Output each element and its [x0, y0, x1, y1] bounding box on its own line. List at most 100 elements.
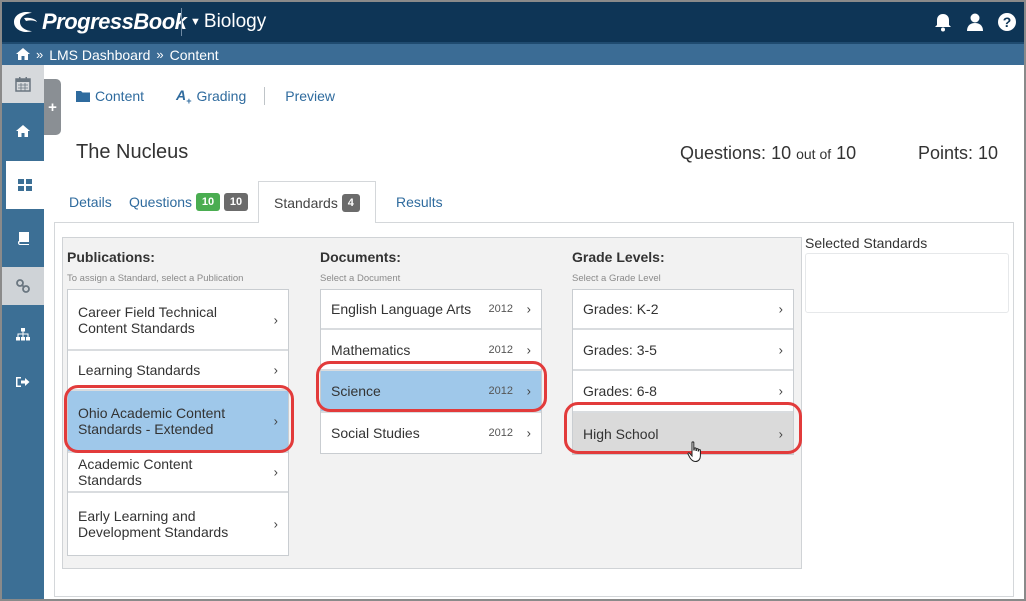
nav-dashboard[interactable] — [2, 161, 44, 209]
breadcrumb-content[interactable]: Content — [170, 47, 219, 63]
questions-badge-gray: 10 — [224, 193, 249, 211]
list-item-grade[interactable]: Grades: 3-5 › — [573, 330, 793, 371]
nav-book[interactable] — [2, 219, 44, 257]
folder-icon — [76, 91, 90, 103]
left-nav — [2, 65, 44, 599]
chevron-right-icon: › — [526, 425, 531, 441]
out-of-text: out of — [796, 146, 832, 162]
document-year: 2012 — [488, 343, 513, 356]
standards-content: Publications: To assign a Standard, sele… — [54, 223, 1014, 597]
publication-label: Academic Content Standards — [78, 456, 193, 488]
chevron-right-icon: › — [273, 516, 278, 532]
chevron-right-icon: › — [526, 301, 531, 317]
questions-total: 10 — [836, 143, 857, 163]
nav-link[interactable] — [2, 267, 44, 305]
selected-standards-box — [805, 253, 1009, 313]
chevron-right-icon: › — [526, 342, 531, 357]
subnav-content-link[interactable]: Content — [76, 88, 144, 104]
grade-levels-list: Grades: K-2 › Grades: 3-5 › Grades: 6-8 … — [572, 289, 794, 455]
help-icon[interactable]: ? — [996, 11, 1018, 33]
chevron-right-icon: › — [273, 413, 278, 429]
document-year: 2012 — [488, 385, 513, 397]
list-item-publication[interactable]: Academic Content Standards › — [68, 453, 288, 493]
progressbook-logo[interactable]: ProgressBook — [10, 8, 187, 36]
publications-column: Publications: To assign a Standard, sele… — [67, 238, 289, 556]
list-item-publication[interactable]: Early Learning and Development Standards… — [68, 493, 288, 555]
selected-standards-label: Selected Standards — [805, 235, 928, 251]
breadcrumb-lms-dashboard[interactable]: LMS Dashboard — [49, 47, 150, 63]
subnav-divider — [264, 87, 266, 106]
book-icon — [17, 231, 29, 245]
nav-home[interactable] — [2, 111, 44, 151]
tab-standards-label: Standards — [274, 194, 338, 211]
header-actions: ? — [932, 11, 1018, 33]
points-label: Points: — [918, 143, 974, 163]
grade-label: Grades: 6-8 — [583, 383, 657, 399]
logo-swirl-icon — [10, 8, 40, 36]
chevron-right-icon: › — [778, 426, 783, 441]
tab-questions[interactable]: Questions 10 10 — [129, 181, 249, 223]
document-label: Mathematics — [331, 341, 411, 358]
link-icon — [16, 279, 30, 293]
breadcrumb-separator-icon: » — [156, 47, 164, 62]
svg-text:?: ? — [1003, 14, 1012, 30]
content-subnav: Content A+ Grading Preview — [76, 87, 335, 106]
hand-pointer-icon — [687, 441, 703, 468]
dashboard-icon — [18, 179, 32, 191]
chevron-right-icon: › — [526, 383, 531, 399]
list-item-document-selected[interactable]: Science 2012 › — [321, 371, 541, 413]
header-divider — [181, 8, 182, 36]
grade-levels-column: Grade Levels: Select a Grade Level Grade… — [572, 238, 794, 455]
tab-questions-label: Questions — [129, 194, 193, 210]
list-item-publication-selected[interactable]: Ohio Academic Content Standards - Extend… — [68, 391, 288, 453]
chevron-right-icon: › — [273, 312, 278, 327]
chevron-right-icon: › — [778, 383, 783, 399]
grade-label: High School — [583, 425, 659, 442]
points-summary: Points: 10 — [918, 143, 998, 164]
calendar-icon — [15, 77, 31, 92]
publications-heading: Publications: — [67, 249, 155, 265]
subnav-preview-link[interactable]: Preview — [285, 88, 335, 104]
chevron-right-icon: › — [778, 342, 783, 357]
chevron-right-icon: › — [778, 301, 783, 317]
add-icon[interactable]: + — [44, 79, 61, 135]
sitemap-icon — [16, 327, 30, 340]
tab-details-label: Details — [69, 194, 112, 210]
home-icon[interactable] — [16, 47, 30, 63]
tab-results-label: Results — [396, 194, 443, 210]
list-item-grade[interactable]: Grades: K-2 › — [573, 290, 793, 330]
page-title: The Nucleus — [76, 141, 189, 163]
publication-label: Ohio Academic Content Standards - Extend… — [78, 405, 226, 437]
assessment-tabs: Details Questions 10 10 Standards 4 Resu… — [54, 181, 1014, 224]
tab-details[interactable]: Details — [69, 181, 112, 223]
subnav-grading-link[interactable]: A+ Grading — [176, 87, 246, 106]
list-item-grade-hovered[interactable]: High School › — [573, 413, 793, 454]
user-icon[interactable] — [964, 11, 986, 33]
list-item-document[interactable]: Mathematics 2012 › — [321, 330, 541, 371]
signout-icon — [16, 377, 30, 387]
nav-signout[interactable] — [2, 363, 44, 401]
list-item-document[interactable]: English Language Arts 2012 › — [321, 290, 541, 330]
standards-badge: 4 — [341, 193, 360, 212]
bell-icon[interactable] — [932, 11, 954, 33]
caret-down-icon: ▼ — [190, 16, 201, 28]
grade-label: Grades: 3-5 — [583, 341, 657, 358]
documents-hint: Select a Document — [320, 273, 401, 284]
list-item-publication[interactable]: Learning Standards › — [68, 351, 288, 391]
chevron-right-icon: › — [273, 362, 278, 378]
subnav-content-label: Content — [95, 88, 145, 105]
list-item-document[interactable]: Social Studies 2012 › — [321, 413, 541, 453]
document-year: 2012 — [488, 427, 513, 439]
questions-badge-green: 10 — [196, 193, 221, 211]
course-selector[interactable]: ▼ Biology — [190, 11, 266, 33]
publications-list: Career Field Technical Content Standards… — [67, 289, 289, 556]
points-value: 10 — [978, 143, 999, 163]
publication-label: Early Learning and Development Standards — [78, 508, 229, 540]
questions-summary: Questions: 10 out of 10 — [680, 143, 856, 164]
nav-sitemap[interactable] — [2, 315, 44, 353]
nav-calendar[interactable] — [2, 65, 44, 103]
list-item-publication[interactable]: Career Field Technical Content Standards… — [68, 290, 288, 351]
tab-results[interactable]: Results — [396, 181, 443, 223]
tab-standards[interactable]: Standards 4 — [258, 181, 376, 224]
list-item-grade[interactable]: Grades: 6-8 › — [573, 371, 793, 413]
